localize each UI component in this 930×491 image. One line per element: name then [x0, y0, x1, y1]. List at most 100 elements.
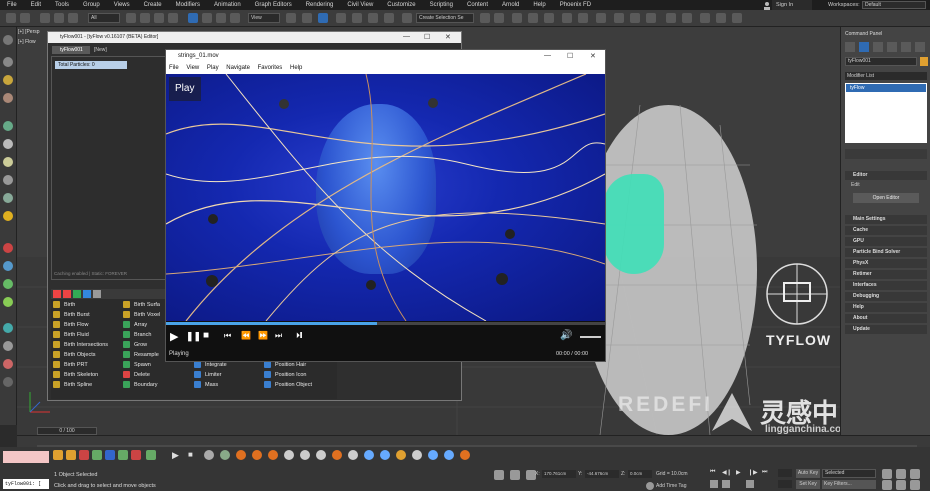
zoom-time-icon[interactable]: [746, 480, 754, 488]
menu-help[interactable]: Help: [526, 2, 552, 8]
box-icon[interactable]: [3, 139, 13, 149]
frame-field-2[interactable]: [778, 480, 792, 488]
operator-item[interactable]: Position Icon: [264, 371, 307, 378]
operator-item[interactable]: Position Object: [264, 381, 312, 388]
modifier-icon[interactable]: [3, 121, 13, 131]
ribbon-icon[interactable]: [544, 13, 554, 23]
prev-frame-icon[interactable]: ◀❙: [722, 469, 732, 476]
category-shape-icon[interactable]: [93, 290, 101, 298]
fire-tool-3-icon[interactable]: [268, 450, 278, 460]
redo-icon[interactable]: [20, 13, 30, 23]
operator-item[interactable]: Birth PRT: [53, 361, 88, 368]
rollout-about[interactable]: About: [845, 314, 927, 323]
selection-filter-dropdown[interactable]: All: [88, 13, 120, 23]
snaps-toggle-icon[interactable]: [336, 13, 346, 23]
utilities-icon[interactable]: [3, 323, 13, 333]
tab-tyflow001[interactable]: tyFlow001: [52, 46, 90, 54]
operator-item[interactable]: Birth Flow: [53, 321, 88, 328]
menu-civil-view[interactable]: Civil View: [340, 2, 380, 8]
video-minimize-icon[interactable]: —: [544, 52, 551, 59]
category-birth-icon[interactable]: [53, 290, 61, 298]
water-tool-2-icon[interactable]: [380, 450, 390, 460]
rollout-main-settings[interactable]: Main Settings: [845, 215, 927, 224]
window-crossing-icon[interactable]: [168, 13, 178, 23]
operator-item[interactable]: Resample: [123, 351, 159, 358]
mirror-icon[interactable]: [480, 13, 490, 23]
operator-item[interactable]: Grow: [123, 341, 147, 348]
maxscript-listener-input[interactable]: tyFlow001: [: [3, 479, 49, 489]
user-icon[interactable]: [762, 0, 772, 10]
cone-icon[interactable]: [3, 175, 13, 185]
modifier-list-dropdown[interactable]: Modifier List: [845, 72, 927, 80]
render-in-cloud-icon[interactable]: [682, 13, 692, 23]
menu-graph-editors[interactable]: Graph Editors: [248, 2, 299, 8]
display-icon[interactable]: [3, 297, 13, 307]
add-time-tag[interactable]: Add Time Tag: [656, 483, 686, 489]
spinner-snap-icon[interactable]: [384, 13, 394, 23]
placement-icon[interactable]: [230, 13, 240, 23]
step-forward-button[interactable]: ⏵❙: [296, 331, 302, 341]
timeline[interactable]: 0 / 100: [17, 427, 930, 447]
utilities-tab-icon[interactable]: [915, 42, 925, 52]
motion-icon[interactable]: [3, 279, 13, 289]
fire-tool-2-icon[interactable]: [252, 450, 262, 460]
zoom-all-icon[interactable]: [896, 469, 906, 479]
bind-space-warp-icon[interactable]: [68, 13, 78, 23]
video-seekbar[interactable]: [166, 322, 605, 325]
video-menu-file[interactable]: File: [166, 65, 182, 71]
time-config-2-icon[interactable]: [722, 480, 730, 488]
tab-new[interactable]: [New]: [92, 46, 112, 54]
menu-create[interactable]: Create: [137, 2, 169, 8]
edit-named-selection-icon[interactable]: [402, 13, 412, 23]
goto-start-icon[interactable]: ⏮: [710, 469, 715, 476]
video-menu-favorites[interactable]: Favorites: [255, 65, 286, 71]
menu-edit[interactable]: Edit: [24, 2, 48, 8]
pan-view-icon[interactable]: [896, 480, 906, 490]
pivot-center-icon[interactable]: [286, 13, 296, 23]
zoom-extents-icon[interactable]: [910, 469, 920, 479]
video-menu-help[interactable]: Help: [287, 65, 305, 71]
category-position-icon[interactable]: [83, 290, 91, 298]
rollout-physx[interactable]: PhysX: [845, 259, 927, 268]
select-manipulate-icon[interactable]: [302, 13, 312, 23]
next-frame-icon[interactable]: ❙▶: [748, 469, 758, 476]
display-tab-icon[interactable]: [901, 42, 911, 52]
arnold-render-icon[interactable]: [666, 13, 676, 23]
menu-views[interactable]: Views: [107, 2, 137, 8]
operator-item[interactable]: Birth Burst: [53, 311, 90, 318]
rendered-frame-window-icon[interactable]: [630, 13, 640, 23]
material-editor-icon[interactable]: [596, 13, 606, 23]
menu-phoenix-fd[interactable]: Phoenix FD: [553, 2, 598, 8]
operator-item[interactable]: Birth: [53, 301, 75, 308]
keyboard-shortcut-icon[interactable]: [318, 13, 328, 23]
teal-head-mesh[interactable]: [604, 174, 664, 274]
operator-item[interactable]: Delete: [123, 371, 150, 378]
operator-item[interactable]: Birth Skeleton: [53, 371, 98, 378]
rollout-debugging[interactable]: Debugging: [845, 292, 927, 301]
rect-selection-icon[interactable]: [154, 13, 164, 23]
video-maximize-icon[interactable]: ☐: [567, 52, 573, 60]
menu-customize[interactable]: Customize: [380, 2, 422, 8]
motion-tab-icon[interactable]: [887, 42, 897, 52]
x-coord-field[interactable]: 170.761cm: [542, 470, 576, 478]
toggle-icon-2[interactable]: [92, 450, 102, 460]
particles-icon[interactable]: [3, 193, 13, 203]
unlink-icon[interactable]: [54, 13, 64, 23]
sign-in-button[interactable]: Sign In: [772, 0, 812, 10]
fire-tool-1-icon[interactable]: [236, 450, 246, 460]
menu-arnold[interactable]: Arnold: [495, 2, 526, 8]
select-by-name-icon[interactable]: [140, 13, 150, 23]
stop-button[interactable]: ■: [203, 330, 209, 341]
operator-item[interactable]: Integrate: [194, 361, 227, 368]
next-button[interactable]: ⏭: [275, 331, 282, 341]
rollout-interfaces[interactable]: Interfaces: [845, 281, 927, 290]
maxscript-mini-listener-top[interactable]: [3, 451, 49, 463]
pause-button[interactable]: ❚❚: [186, 331, 201, 342]
video-menu-navigate[interactable]: Navigate: [223, 65, 253, 71]
operator-item[interactable]: Birth Voxel: [123, 311, 160, 318]
render-setup-icon[interactable]: [614, 13, 624, 23]
phoenix-helper-icon[interactable]: [732, 13, 742, 23]
align-icon[interactable]: [494, 13, 504, 23]
key-mode-icon[interactable]: [710, 480, 718, 488]
menu-content[interactable]: Content: [460, 2, 495, 8]
